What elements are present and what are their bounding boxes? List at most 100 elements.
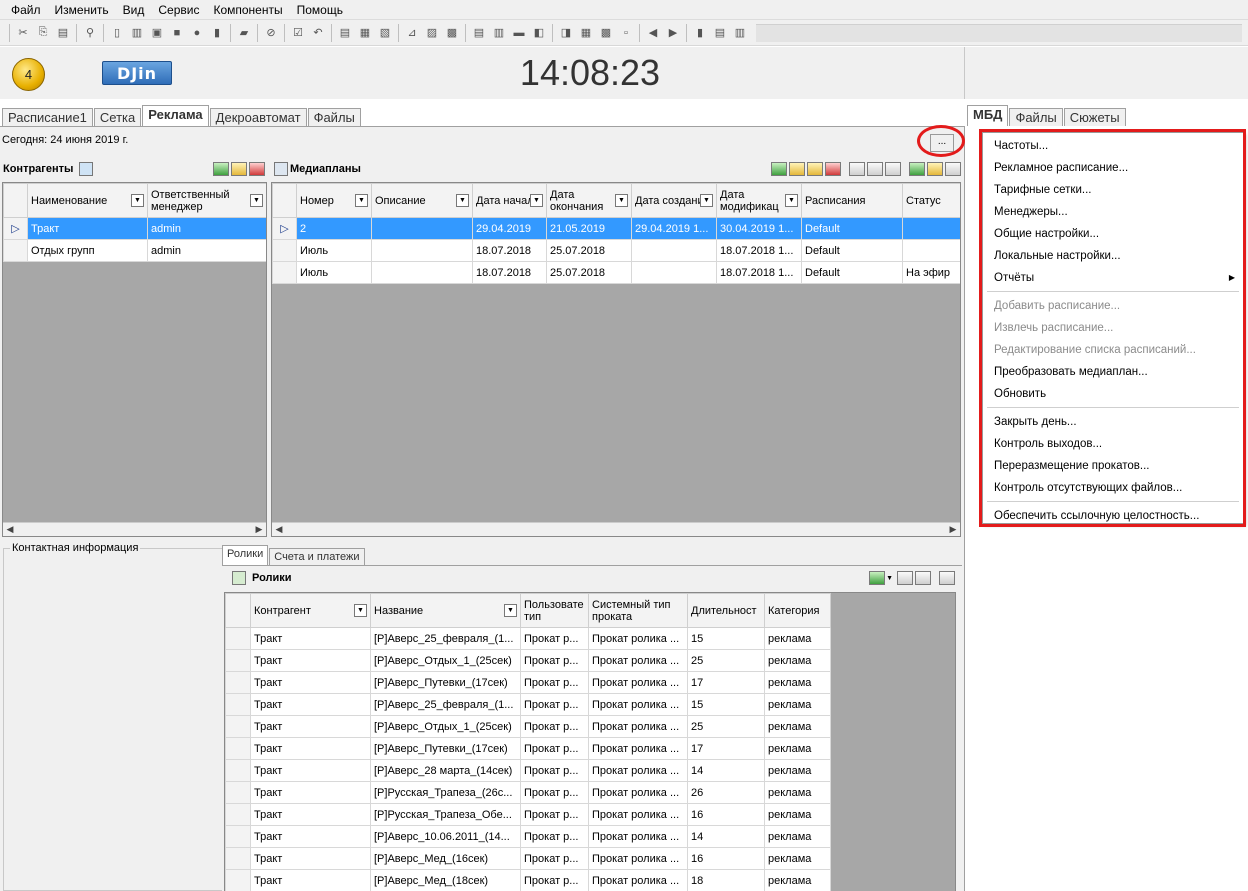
row-indicator[interactable]: ▷	[3, 217, 28, 240]
scroll-right-icon[interactable]: ▶	[253, 524, 265, 535]
tab-main[interactable]: Сетка	[93, 108, 142, 126]
toolbar-button-icon[interactable]: ⚲	[81, 24, 99, 42]
menu-item[interactable]: Компоненты	[206, 0, 289, 20]
properties-icon[interactable]	[939, 571, 955, 585]
column-header[interactable]: Расписания	[801, 183, 903, 218]
column-header[interactable]: Название ▼	[370, 593, 521, 628]
windows-icon[interactable]	[945, 162, 961, 176]
remove-clip-icon[interactable]	[915, 571, 931, 585]
column-header[interactable]: Номер ▼	[296, 183, 372, 218]
toolbar-button-icon[interactable]: ▦	[356, 24, 374, 42]
edit-mediaplan-icon[interactable]	[807, 162, 823, 176]
toolbar-button-icon[interactable]: ▩	[443, 24, 461, 42]
row-indicator[interactable]	[3, 239, 28, 262]
menu-item[interactable]: Изменить	[48, 0, 116, 20]
document-icon[interactable]	[849, 162, 865, 176]
scroll-right-icon[interactable]: ▶	[947, 524, 959, 535]
column-header[interactable]: Системный тип проката	[588, 593, 688, 628]
menu-item[interactable]: Помощь	[290, 0, 350, 20]
column-filter-dropdown-icon[interactable]: ▼	[530, 194, 543, 207]
toolbar-button-icon[interactable]: ◧	[530, 24, 548, 42]
menu-item[interactable]: Вид	[116, 0, 152, 20]
toolbar-button-icon[interactable]: ▥	[128, 24, 146, 42]
column-filter-dropdown-icon[interactable]: ▼	[355, 194, 368, 207]
toolbar-button-icon[interactable]: ▥	[731, 24, 749, 42]
tab-right[interactable]: Файлы	[1009, 108, 1063, 126]
column-header[interactable]: Пользовате тип	[520, 593, 589, 628]
toolbar-button-icon[interactable]: ◨	[557, 24, 575, 42]
row-indicator[interactable]	[272, 239, 297, 262]
table-row[interactable]: Тракт [Р]Аверс_Отдых_1_(25сек) Прокат р...…	[225, 649, 831, 672]
edit-contractor-icon[interactable]	[231, 162, 247, 176]
toolbar-button-icon[interactable]: ▤	[336, 24, 354, 42]
table-row[interactable]: Тракт [Р]Аверс_25_февраля_(1... Прокат р..…	[225, 627, 831, 650]
column-header[interactable]: Контрагент ▼	[250, 593, 371, 628]
column-filter-dropdown-icon[interactable]: ▼	[615, 194, 628, 207]
table-row[interactable]: Тракт [Р]Аверс_28 марта_(14сек) Прокат р..…	[225, 759, 831, 782]
delete-contractor-icon[interactable]	[249, 162, 265, 176]
row-indicator[interactable]	[225, 627, 251, 650]
toolbar-button-icon[interactable]: ▨	[423, 24, 441, 42]
table-row[interactable]: Тракт [Р]Аверс_Отдых_1_(25сек) Прокат р...…	[225, 715, 831, 738]
table-row[interactable]: Тракт [Р]Аверс_Мед_(16сек) Прокат р... Прок…	[225, 847, 831, 870]
table-row[interactable]: Тракт [Р]Аверс_Мед_(18сек) Прокат р... Прок…	[225, 869, 831, 891]
scroll-left-icon[interactable]: ◀	[4, 524, 16, 535]
column-header[interactable]: Дата модификац ▼	[716, 183, 802, 218]
column-filter-dropdown-icon[interactable]: ▼	[456, 194, 469, 207]
filter-icon[interactable]	[79, 162, 94, 176]
toolbar-button-icon[interactable]: ▫	[617, 24, 635, 42]
column-header[interactable]: Дата окончания ▼	[546, 183, 632, 218]
row-indicator[interactable]	[272, 261, 297, 284]
toolbar-button-icon[interactable]: ▯	[108, 24, 126, 42]
toolbar-button-icon[interactable]: ▰	[235, 24, 253, 42]
column-header[interactable]: Длительност	[687, 593, 765, 628]
toolbar-button-icon[interactable]: ▧	[376, 24, 394, 42]
row-indicator[interactable]	[225, 825, 251, 848]
column-header[interactable]: Ответственный менеджер ▼	[147, 183, 266, 218]
table-row[interactable]: Тракт [Р]Русская_Трапеза_(26с... Прокат р.…	[225, 781, 831, 804]
column-filter-dropdown-icon[interactable]: ▼	[131, 194, 144, 207]
row-indicator[interactable]	[225, 759, 251, 782]
toolbar-button-icon[interactable]: ⊿	[403, 24, 421, 42]
column-header[interactable]: Статус	[902, 183, 960, 218]
row-indicator[interactable]	[225, 803, 251, 826]
table-row[interactable]: Отдых групп admin	[3, 239, 266, 262]
toolbar-button-icon[interactable]: ▤	[54, 24, 72, 42]
row-indicator[interactable]	[225, 671, 251, 694]
import-icon[interactable]	[885, 162, 901, 176]
table-row[interactable]: Тракт [Р]Аверс_Путевки_(17сек) Прокат р...…	[225, 737, 831, 760]
row-indicator[interactable]	[225, 781, 251, 804]
tab-main[interactable]: Реклама	[142, 105, 209, 126]
column-header[interactable]: Категория	[764, 593, 831, 628]
scroll-left-icon[interactable]: ◀	[273, 524, 285, 535]
table-row[interactable]: ▷ 2 29.04.2019 21.05.2019 29.04.2019 1... 30.…	[272, 217, 960, 240]
row-indicator[interactable]	[225, 715, 251, 738]
column-filter-dropdown-icon[interactable]: ▼	[700, 194, 713, 207]
tab-right[interactable]: МБД	[967, 105, 1009, 126]
column-filter-dropdown-icon[interactable]: ▼	[250, 194, 263, 207]
column-header[interactable]: Дата начала ▼	[472, 183, 547, 218]
toolbar-button-icon[interactable]: ■	[168, 24, 186, 42]
table-row[interactable]: Тракт [Р]Аверс_25_февраля_(1... Прокат р..…	[225, 693, 831, 716]
list-icon[interactable]	[867, 162, 883, 176]
notification-badge[interactable]: 4	[12, 58, 45, 91]
row-indicator[interactable]	[225, 869, 251, 891]
add-contractor-icon[interactable]	[213, 162, 229, 176]
table-row[interactable]: Июль 18.07.2018 25.07.2018 18.07.2018 1... D…	[272, 261, 960, 284]
row-indicator[interactable]	[225, 737, 251, 760]
schedule-icon[interactable]	[927, 162, 943, 176]
add-mediaplan-icon[interactable]	[771, 162, 787, 176]
delete-mediaplan-icon[interactable]	[825, 162, 841, 176]
toolbar-button-icon[interactable]: ▤	[470, 24, 488, 42]
toolbar-button-icon[interactable]: ▮	[691, 24, 709, 42]
tab-sub[interactable]: Счета и платежи	[269, 548, 365, 565]
tab-main[interactable]: Декроавтомат	[209, 108, 307, 126]
row-indicator[interactable]	[225, 847, 251, 870]
toolbar-button-icon[interactable]: ▩	[597, 24, 615, 42]
table-row[interactable]: Тракт [Р]Аверс_Путевки_(17сек) Прокат р...…	[225, 671, 831, 694]
toolbar-button-icon[interactable]: ▶	[664, 24, 682, 42]
toolbar-button-icon[interactable]: ▦	[577, 24, 595, 42]
toolbar-button-icon[interactable]: ⎘	[34, 24, 52, 42]
toolbar-button-icon[interactable]: ↶	[309, 24, 327, 42]
row-indicator[interactable]	[225, 693, 251, 716]
